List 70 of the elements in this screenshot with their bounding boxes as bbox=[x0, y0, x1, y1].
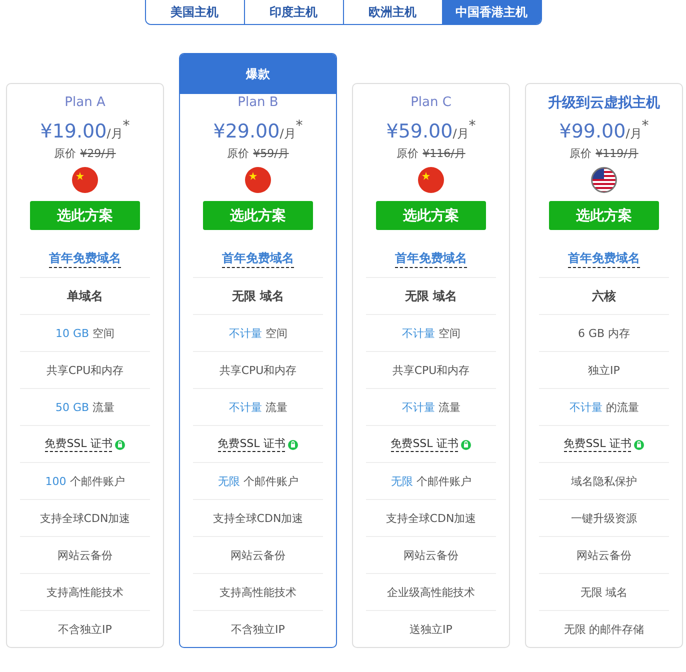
original-price: ¥119/月 bbox=[596, 146, 638, 162]
china-flag-icon bbox=[72, 167, 98, 194]
free-domain-link[interactable]: 首年免费域名 bbox=[222, 250, 294, 268]
free-domain-link[interactable]: 首年免费域名 bbox=[395, 250, 467, 268]
lock-icon bbox=[288, 438, 298, 450]
original-price: ¥29/月 bbox=[80, 146, 116, 162]
choose-plan-button[interactable]: 选此方案 bbox=[549, 201, 659, 230]
feature-text: 不计量 的流量 bbox=[569, 400, 639, 415]
feature-text: 独立IP bbox=[588, 362, 620, 378]
feature-text: 单域名 bbox=[67, 288, 103, 305]
choose-plan-button[interactable]: 选此方案 bbox=[376, 201, 486, 230]
feature-text: 支持高性能技术 bbox=[220, 584, 296, 600]
region-tab[interactable]: 中国香港主机 bbox=[442, 0, 540, 24]
feature-text: 无限 域名 bbox=[232, 288, 284, 305]
feature-text: 100 个邮件账户 bbox=[45, 474, 125, 489]
ssl-link[interactable]: 免费SSL 证书 bbox=[564, 436, 632, 452]
feature-text: 50 GB 流量 bbox=[55, 400, 115, 415]
feature-text: 网站云备份 bbox=[576, 548, 632, 563]
plan-title: Plan A bbox=[64, 94, 106, 112]
free-domain-link[interactable]: 首年免费域名 bbox=[49, 250, 121, 268]
plan-title: Plan B bbox=[238, 94, 278, 112]
ssl-link[interactable]: 免费SSL 证书 bbox=[44, 436, 112, 452]
feature-text: 无限 域名 bbox=[404, 288, 458, 305]
lock-icon bbox=[115, 438, 126, 450]
feature-text: 支持全球CDN加速 bbox=[40, 510, 130, 526]
feature-text: 支持全球CDN加速 bbox=[386, 510, 476, 526]
feature-text: 支持高性能技术 bbox=[46, 584, 124, 600]
feature-text: 企业级高性能技术 bbox=[387, 584, 475, 600]
plan-title: Plan C bbox=[410, 94, 452, 112]
feature-text: 送独立IP bbox=[410, 622, 452, 637]
feature-text: 6 GB 内存 bbox=[578, 326, 630, 341]
feature-text: 无限 个邮件账户 bbox=[390, 474, 472, 489]
china-flag-icon bbox=[418, 167, 444, 194]
ssl-link[interactable]: 免费SSL 证书 bbox=[218, 436, 286, 452]
lock-icon bbox=[461, 438, 472, 450]
feature-text: 共享CPU和内存 bbox=[219, 362, 297, 378]
feature-text: 无限 的邮件存储 bbox=[564, 622, 644, 637]
free-domain-link[interactable]: 首年免费域名 bbox=[568, 250, 640, 268]
feature-text: 六核 bbox=[592, 288, 616, 305]
feature-text: 网站云备份 bbox=[58, 548, 112, 563]
feature-text: 网站云备份 bbox=[230, 548, 286, 563]
hot-badge: 爆款 bbox=[180, 54, 336, 94]
choose-plan-button[interactable]: 选此方案 bbox=[30, 201, 140, 230]
original-price-label: 原价 bbox=[54, 146, 76, 162]
feature-text: 10 GB 空间 bbox=[55, 326, 115, 341]
plan-title: 升级到云虚拟主机 bbox=[548, 94, 660, 112]
lock-icon bbox=[634, 438, 644, 450]
original-price: ¥116/月 bbox=[422, 146, 466, 162]
original-price-label: 原价 bbox=[396, 146, 419, 162]
feature-text: 不计量 空间 bbox=[228, 326, 288, 341]
feature-text: 不含独立IP bbox=[231, 622, 285, 637]
feature-text: 域名隐私保护 bbox=[571, 474, 637, 489]
feature-text: 不计量 流量 bbox=[228, 400, 288, 415]
choose-plan-button[interactable]: 选此方案 bbox=[203, 201, 313, 230]
original-price-label: 原价 bbox=[227, 146, 250, 162]
feature-text: 无限 域名 bbox=[580, 584, 628, 600]
feature-text: 无限 个邮件账户 bbox=[218, 474, 298, 489]
ssl-link[interactable]: 免费SSL 证书 bbox=[390, 436, 458, 452]
feature-text: 一键升级资源 bbox=[571, 510, 637, 526]
feature-text: 支持全球CDN加速 bbox=[212, 510, 304, 526]
feature-text: 不计量 流量 bbox=[402, 400, 460, 415]
original-price: ¥59/月 bbox=[253, 146, 289, 162]
feature-text: 不计量 空间 bbox=[402, 326, 460, 341]
feature-text: 共享CPU和内存 bbox=[46, 362, 124, 378]
feature-text: 共享CPU和内存 bbox=[392, 362, 470, 378]
us-flag-icon bbox=[591, 167, 617, 194]
china-flag-icon bbox=[245, 167, 271, 194]
feature-text: 不含独立IP bbox=[58, 622, 112, 637]
original-price-label: 原价 bbox=[570, 146, 592, 162]
feature-text: 网站云备份 bbox=[404, 548, 458, 563]
